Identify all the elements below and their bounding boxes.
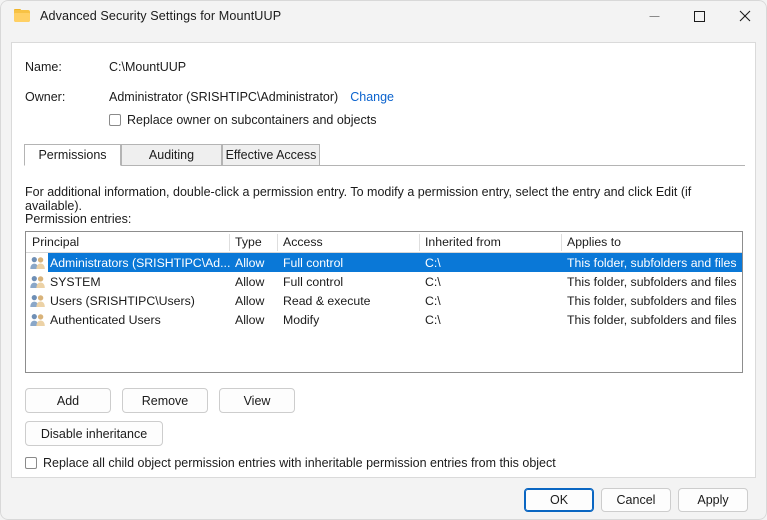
replace-owner-label: Replace owner on subcontainers and objec… bbox=[127, 113, 376, 127]
list-body: Administrators (SRISHTIPC\Ad... Allow Fu… bbox=[26, 253, 742, 329]
window-controls bbox=[632, 0, 767, 32]
cell-principal: Users (SRISHTIPC\Users) bbox=[50, 291, 230, 310]
cell-access: Modify bbox=[283, 310, 419, 329]
add-button-label: Add bbox=[57, 394, 79, 408]
tab-permissions[interactable]: Permissions bbox=[24, 144, 121, 166]
cell-principal: Authenticated Users bbox=[50, 310, 230, 329]
tab-permissions-label: Permissions bbox=[38, 148, 106, 162]
maximize-button[interactable] bbox=[677, 0, 722, 32]
name-value: C:\MountUUP bbox=[109, 60, 186, 74]
users-group-icon bbox=[30, 275, 46, 289]
cell-applies-to: This folder, subfolders and files bbox=[567, 272, 743, 291]
cell-principal: Administrators (SRISHTIPC\Ad... bbox=[50, 253, 230, 272]
cell-type: Allow bbox=[235, 253, 279, 272]
owner-change-link[interactable]: Change bbox=[350, 90, 394, 104]
replace-owner-checkbox-row[interactable]: Replace owner on subcontainers and objec… bbox=[109, 113, 376, 127]
users-group-icon bbox=[30, 294, 46, 308]
dialog-footer: OK Cancel Apply bbox=[0, 478, 767, 520]
cell-principal: SYSTEM bbox=[50, 272, 230, 291]
owner-label: Owner: bbox=[25, 90, 109, 104]
tab-underline bbox=[24, 165, 745, 166]
cell-applies-to: This folder, subfolders and files bbox=[567, 310, 743, 329]
minimize-button[interactable] bbox=[632, 0, 677, 32]
window-title: Advanced Security Settings for MountUUP bbox=[40, 9, 281, 23]
cell-access: Read & execute bbox=[283, 291, 419, 310]
cancel-button[interactable]: Cancel bbox=[601, 488, 671, 512]
disable-inheritance-label: Disable inheritance bbox=[41, 427, 147, 441]
name-label: Name: bbox=[25, 60, 109, 74]
cell-access: Full control bbox=[283, 272, 419, 291]
replace-child-label: Replace all child object permission entr… bbox=[43, 456, 556, 470]
cell-inherited-from: C:\ bbox=[425, 272, 561, 291]
apply-button-label: Apply bbox=[697, 493, 728, 507]
tab-auditing[interactable]: Auditing bbox=[121, 144, 222, 166]
cell-type: Allow bbox=[235, 272, 279, 291]
tab-strip: Permissions Auditing Effective Access bbox=[24, 144, 745, 166]
info-text: For additional information, double-click… bbox=[25, 185, 741, 213]
owner-value: Administrator (SRISHTIPC\Administrator) bbox=[109, 90, 338, 104]
cell-inherited-from: C:\ bbox=[425, 291, 561, 310]
remove-button-label: Remove bbox=[142, 394, 189, 408]
cell-inherited-from: C:\ bbox=[425, 253, 561, 272]
cell-applies-to: This folder, subfolders and files bbox=[567, 253, 743, 272]
title-bar: Advanced Security Settings for MountUUP bbox=[0, 0, 767, 32]
table-row[interactable]: Administrators (SRISHTIPC\Ad... Allow Fu… bbox=[26, 253, 742, 272]
column-header-applies-to[interactable]: Applies to bbox=[561, 232, 742, 252]
permission-entries-list[interactable]: Principal Type Access Inherited from App… bbox=[25, 231, 743, 373]
tab-auditing-label: Auditing bbox=[149, 148, 194, 162]
apply-button[interactable]: Apply bbox=[678, 488, 748, 512]
column-header-inherited-from[interactable]: Inherited from bbox=[419, 232, 561, 252]
replace-owner-checkbox[interactable] bbox=[109, 114, 121, 126]
replace-child-checkbox-row[interactable]: Replace all child object permission entr… bbox=[25, 456, 556, 470]
cell-applies-to: This folder, subfolders and files bbox=[567, 291, 743, 310]
owner-row: Owner: Administrator (SRISHTIPC\Administ… bbox=[25, 90, 394, 104]
users-group-icon bbox=[30, 256, 46, 270]
column-header-principal[interactable]: Principal bbox=[26, 232, 229, 252]
ok-button-label: OK bbox=[550, 493, 568, 507]
column-header-access[interactable]: Access bbox=[277, 232, 419, 252]
table-row[interactable]: Users (SRISHTIPC\Users) Allow Read & exe… bbox=[26, 291, 742, 310]
permission-entries-label: Permission entries: bbox=[25, 212, 131, 226]
tab-effective-access-label: Effective Access bbox=[226, 148, 317, 162]
add-button[interactable]: Add bbox=[25, 388, 111, 413]
cell-inherited-from: C:\ bbox=[425, 310, 561, 329]
users-group-icon bbox=[30, 313, 46, 327]
view-button[interactable]: View bbox=[219, 388, 295, 413]
table-row[interactable]: Authenticated Users Allow Modify C:\ Thi… bbox=[26, 310, 742, 329]
cell-type: Allow bbox=[235, 310, 279, 329]
list-header-row: Principal Type Access Inherited from App… bbox=[26, 232, 742, 253]
replace-child-checkbox[interactable] bbox=[25, 457, 37, 469]
ok-button[interactable]: OK bbox=[524, 488, 594, 512]
view-button-label: View bbox=[244, 394, 271, 408]
cell-type: Allow bbox=[235, 291, 279, 310]
disable-inheritance-button[interactable]: Disable inheritance bbox=[25, 421, 163, 446]
advanced-security-settings-window: Advanced Security Settings for MountUUP … bbox=[0, 0, 767, 520]
name-row: Name: C:\MountUUP bbox=[25, 60, 186, 74]
table-row[interactable]: SYSTEM Allow Full control C:\ This folde… bbox=[26, 272, 742, 291]
folder-icon bbox=[14, 9, 30, 23]
column-header-type[interactable]: Type bbox=[229, 232, 277, 252]
cell-access: Full control bbox=[283, 253, 419, 272]
cancel-button-label: Cancel bbox=[617, 493, 656, 507]
close-button[interactable] bbox=[722, 0, 767, 32]
content-panel: Name: C:\MountUUP Owner: Administrator (… bbox=[11, 42, 756, 478]
remove-button[interactable]: Remove bbox=[122, 388, 208, 413]
tab-effective-access[interactable]: Effective Access bbox=[222, 144, 320, 166]
